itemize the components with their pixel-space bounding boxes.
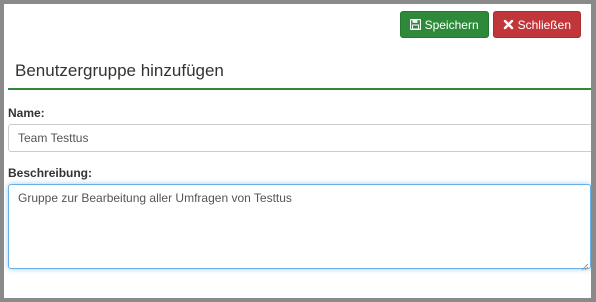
- resize-handle-icon[interactable]: [580, 258, 589, 271]
- page-title: Benutzergruppe hinzufügen: [15, 61, 224, 80]
- floppy-disk-icon: [409, 19, 421, 30]
- close-button[interactable]: Schließen: [492, 11, 581, 38]
- description-label: Beschreibung:: [8, 166, 93, 180]
- description-textarea[interactable]: Gruppe zur Bearbeitung aller Umfragen vo…: [8, 184, 591, 269]
- toolbar: Speichern Schließen: [399, 11, 581, 38]
- save-button[interactable]: Speichern: [399, 11, 489, 38]
- title-divider: [8, 88, 591, 90]
- name-label: Name:: [8, 106, 45, 120]
- close-x-icon: [503, 19, 514, 30]
- save-button-label: Speichern: [424, 17, 479, 32]
- modal-frame: Speichern Schließen Benutzergruppe hinzu…: [0, 0, 596, 302]
- name-input[interactable]: [8, 124, 591, 152]
- close-button-label: Schließen: [517, 17, 571, 32]
